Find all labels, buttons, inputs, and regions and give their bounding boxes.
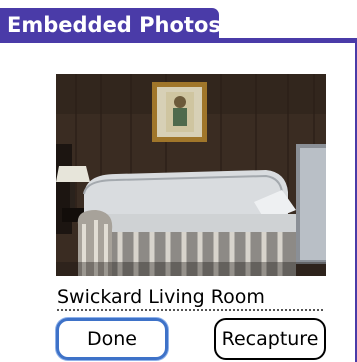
photo-caption-field[interactable]: Swickard Living Room [57,283,323,311]
title-underline [0,38,357,43]
recapture-button[interactable]: Recapture [214,318,326,360]
living-room-photo [56,74,326,276]
done-button[interactable]: Done [56,318,168,360]
embedded-photos-screen: Embedded Photos Swickard Living Room Don… [0,0,357,362]
title-bar: Embedded Photos [0,0,357,43]
